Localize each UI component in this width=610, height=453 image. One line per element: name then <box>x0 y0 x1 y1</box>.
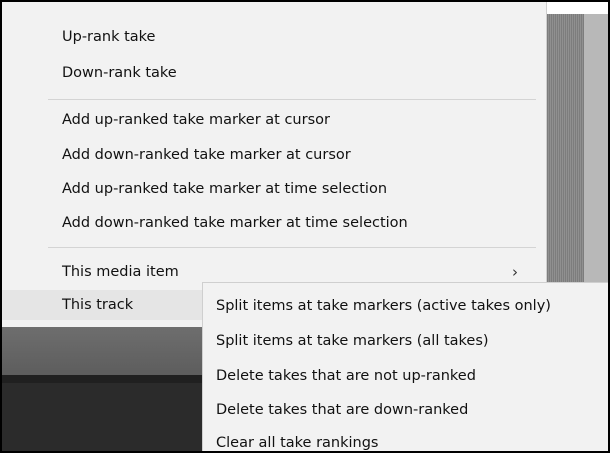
submenu-item-label: Split items at take markers (all takes) <box>216 333 489 349</box>
menu-item-label: This media item <box>62 264 179 280</box>
submenu-item-label: Clear all take rankings <box>216 435 379 451</box>
menu-item-add-down-ranked-marker-cursor[interactable]: Add down-ranked take marker at cursor <box>2 140 547 170</box>
menu-separator <box>48 247 536 248</box>
screenshot-frame: Up-rank take Down-rank take Add up-ranke… <box>0 0 610 453</box>
menu-item-label: Add up-ranked take marker at cursor <box>62 112 330 128</box>
background-track-panel-dark <box>2 375 202 451</box>
menu-item-label: Add down-ranked take marker at cursor <box>62 147 351 163</box>
menu-item-add-down-ranked-marker-time-selection[interactable]: Add down-ranked take marker at time sele… <box>2 208 547 238</box>
submenu-item-label: Delete takes that are down-ranked <box>216 402 469 418</box>
menu-item-add-up-ranked-marker-time-selection[interactable]: Add up-ranked take marker at time select… <box>2 174 547 204</box>
submenu-item-delete-not-up-ranked[interactable]: Delete takes that are not up-ranked <box>203 361 608 391</box>
submenu-this-track: Split items at take markers (active take… <box>202 282 608 451</box>
menu-item-label: Add down-ranked take marker at time sele… <box>62 215 408 231</box>
menu-item-down-rank-take[interactable]: Down-rank take <box>2 58 547 88</box>
background-track-panel <box>2 327 202 375</box>
submenu-item-label: Delete takes that are not up-ranked <box>216 368 476 384</box>
submenu-item-split-active-takes[interactable]: Split items at take markers (active take… <box>203 291 608 321</box>
submenu-item-split-all-takes[interactable]: Split items at take markers (all takes) <box>203 326 608 356</box>
menu-item-up-rank-take[interactable]: Up-rank take <box>2 22 547 52</box>
menu-item-label: This track <box>62 297 134 313</box>
background-track-lane <box>584 14 608 284</box>
menu-item-label: Up-rank take <box>62 29 156 45</box>
context-menu: Up-rank take Down-rank take Add up-ranke… <box>2 2 547 327</box>
menu-item-label: Add up-ranked take marker at time select… <box>62 181 388 197</box>
menu-item-add-up-ranked-marker-cursor[interactable]: Add up-ranked take marker at cursor <box>2 105 547 135</box>
submenu-item-clear-rankings[interactable]: Clear all take rankings <box>203 428 608 451</box>
submenu-item-delete-down-ranked[interactable]: Delete takes that are down-ranked <box>203 395 608 425</box>
background-arrange-area <box>547 14 608 284</box>
menu-separator <box>48 99 536 100</box>
menu-item-label: Down-rank take <box>62 65 177 81</box>
submenu-item-label: Split items at take markers (active take… <box>216 298 551 314</box>
